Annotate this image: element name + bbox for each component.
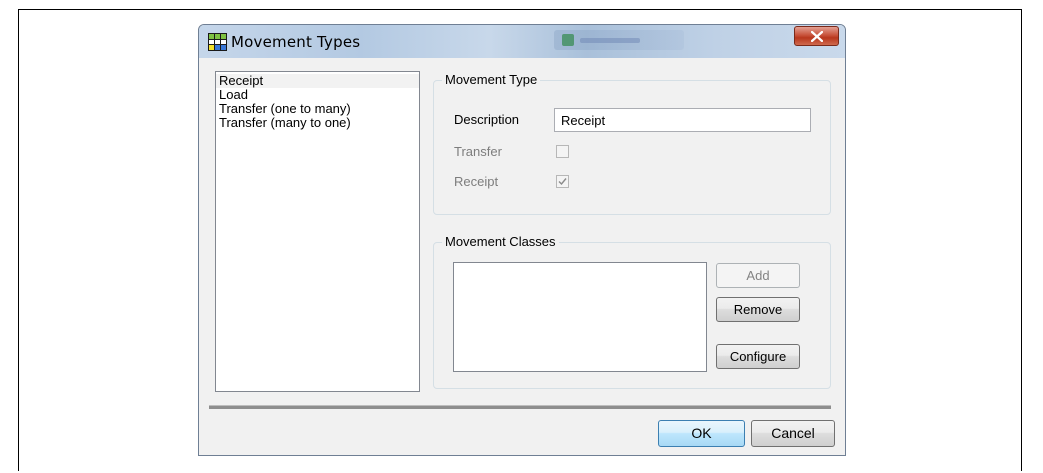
movement-types-list[interactable]: Receipt Load Transfer (one to many) Tran…: [215, 71, 420, 392]
window-title: Movement Types: [231, 33, 361, 51]
transfer-label: Transfer: [454, 144, 502, 159]
list-item[interactable]: Transfer (one to many): [216, 102, 419, 116]
close-x-icon: [811, 31, 823, 42]
movement-classes-group: Movement Classes Add Remove Configure: [433, 234, 831, 389]
movement-type-group-title: Movement Type: [442, 72, 541, 88]
list-item[interactable]: Receipt: [216, 74, 419, 88]
background-taskbar-tab: [554, 30, 684, 50]
footer-separator: [209, 405, 831, 409]
description-label: Description: [454, 112, 520, 127]
movement-classes-list[interactable]: [453, 262, 707, 372]
grid-app-icon: [208, 33, 227, 51]
app-icon: [562, 34, 574, 46]
configure-button[interactable]: Configure: [716, 344, 800, 369]
movement-classes-group-title: Movement Classes: [442, 234, 559, 250]
movement-types-dialog: Movement Types Receipt Load Transfer (on…: [198, 24, 846, 456]
blurred-label: [580, 38, 640, 43]
cancel-button[interactable]: Cancel: [751, 420, 835, 447]
title-bar[interactable]: Movement Types: [199, 25, 845, 58]
movement-type-group: Movement Type Description Transfer Recei…: [433, 72, 831, 215]
remove-button[interactable]: Remove: [716, 297, 800, 322]
receipt-checkbox[interactable]: [556, 175, 569, 188]
ok-button[interactable]: OK: [658, 420, 745, 447]
transfer-checkbox[interactable]: [556, 145, 569, 158]
add-button[interactable]: Add: [716, 263, 800, 288]
checkmark-icon: [558, 178, 567, 186]
list-item[interactable]: Transfer (many to one): [216, 116, 419, 130]
close-button[interactable]: [794, 26, 839, 46]
description-input[interactable]: [554, 108, 811, 132]
list-item[interactable]: Load: [216, 88, 419, 102]
receipt-label: Receipt: [454, 174, 499, 189]
